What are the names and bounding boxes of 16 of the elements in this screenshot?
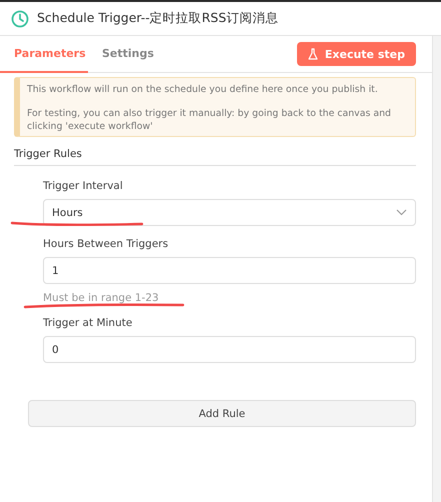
field-label: Trigger at Minute <box>43 317 134 329</box>
node-title: Schedule Trigger--定时拉取RSS订阅消息 <box>37 10 278 27</box>
input-field[interactable]: 0 <box>43 336 416 363</box>
add-rule-button[interactable]: Add Rule <box>28 400 416 427</box>
section-title: Trigger Rules <box>14 148 416 166</box>
chevron-down-icon <box>396 209 407 216</box>
input-field[interactable]: 1 <box>43 257 416 284</box>
flask-icon <box>308 48 318 60</box>
select-field[interactable]: Hours <box>43 199 416 226</box>
field-label: Trigger Interval <box>43 180 124 192</box>
tab[interactable]: Settings <box>88 36 168 73</box>
hint-text: Must be in range 1-23 <box>43 292 159 304</box>
clock-icon <box>11 10 29 28</box>
notice-text: For testing, you can also trigger it manually: by going back to the canvas and clicking 'execute workflow' <box>27 107 392 133</box>
field-label: Hours Between Triggers <box>43 238 170 250</box>
notice-text: This workflow will run on the schedule you define here once you publish it. <box>27 83 379 96</box>
